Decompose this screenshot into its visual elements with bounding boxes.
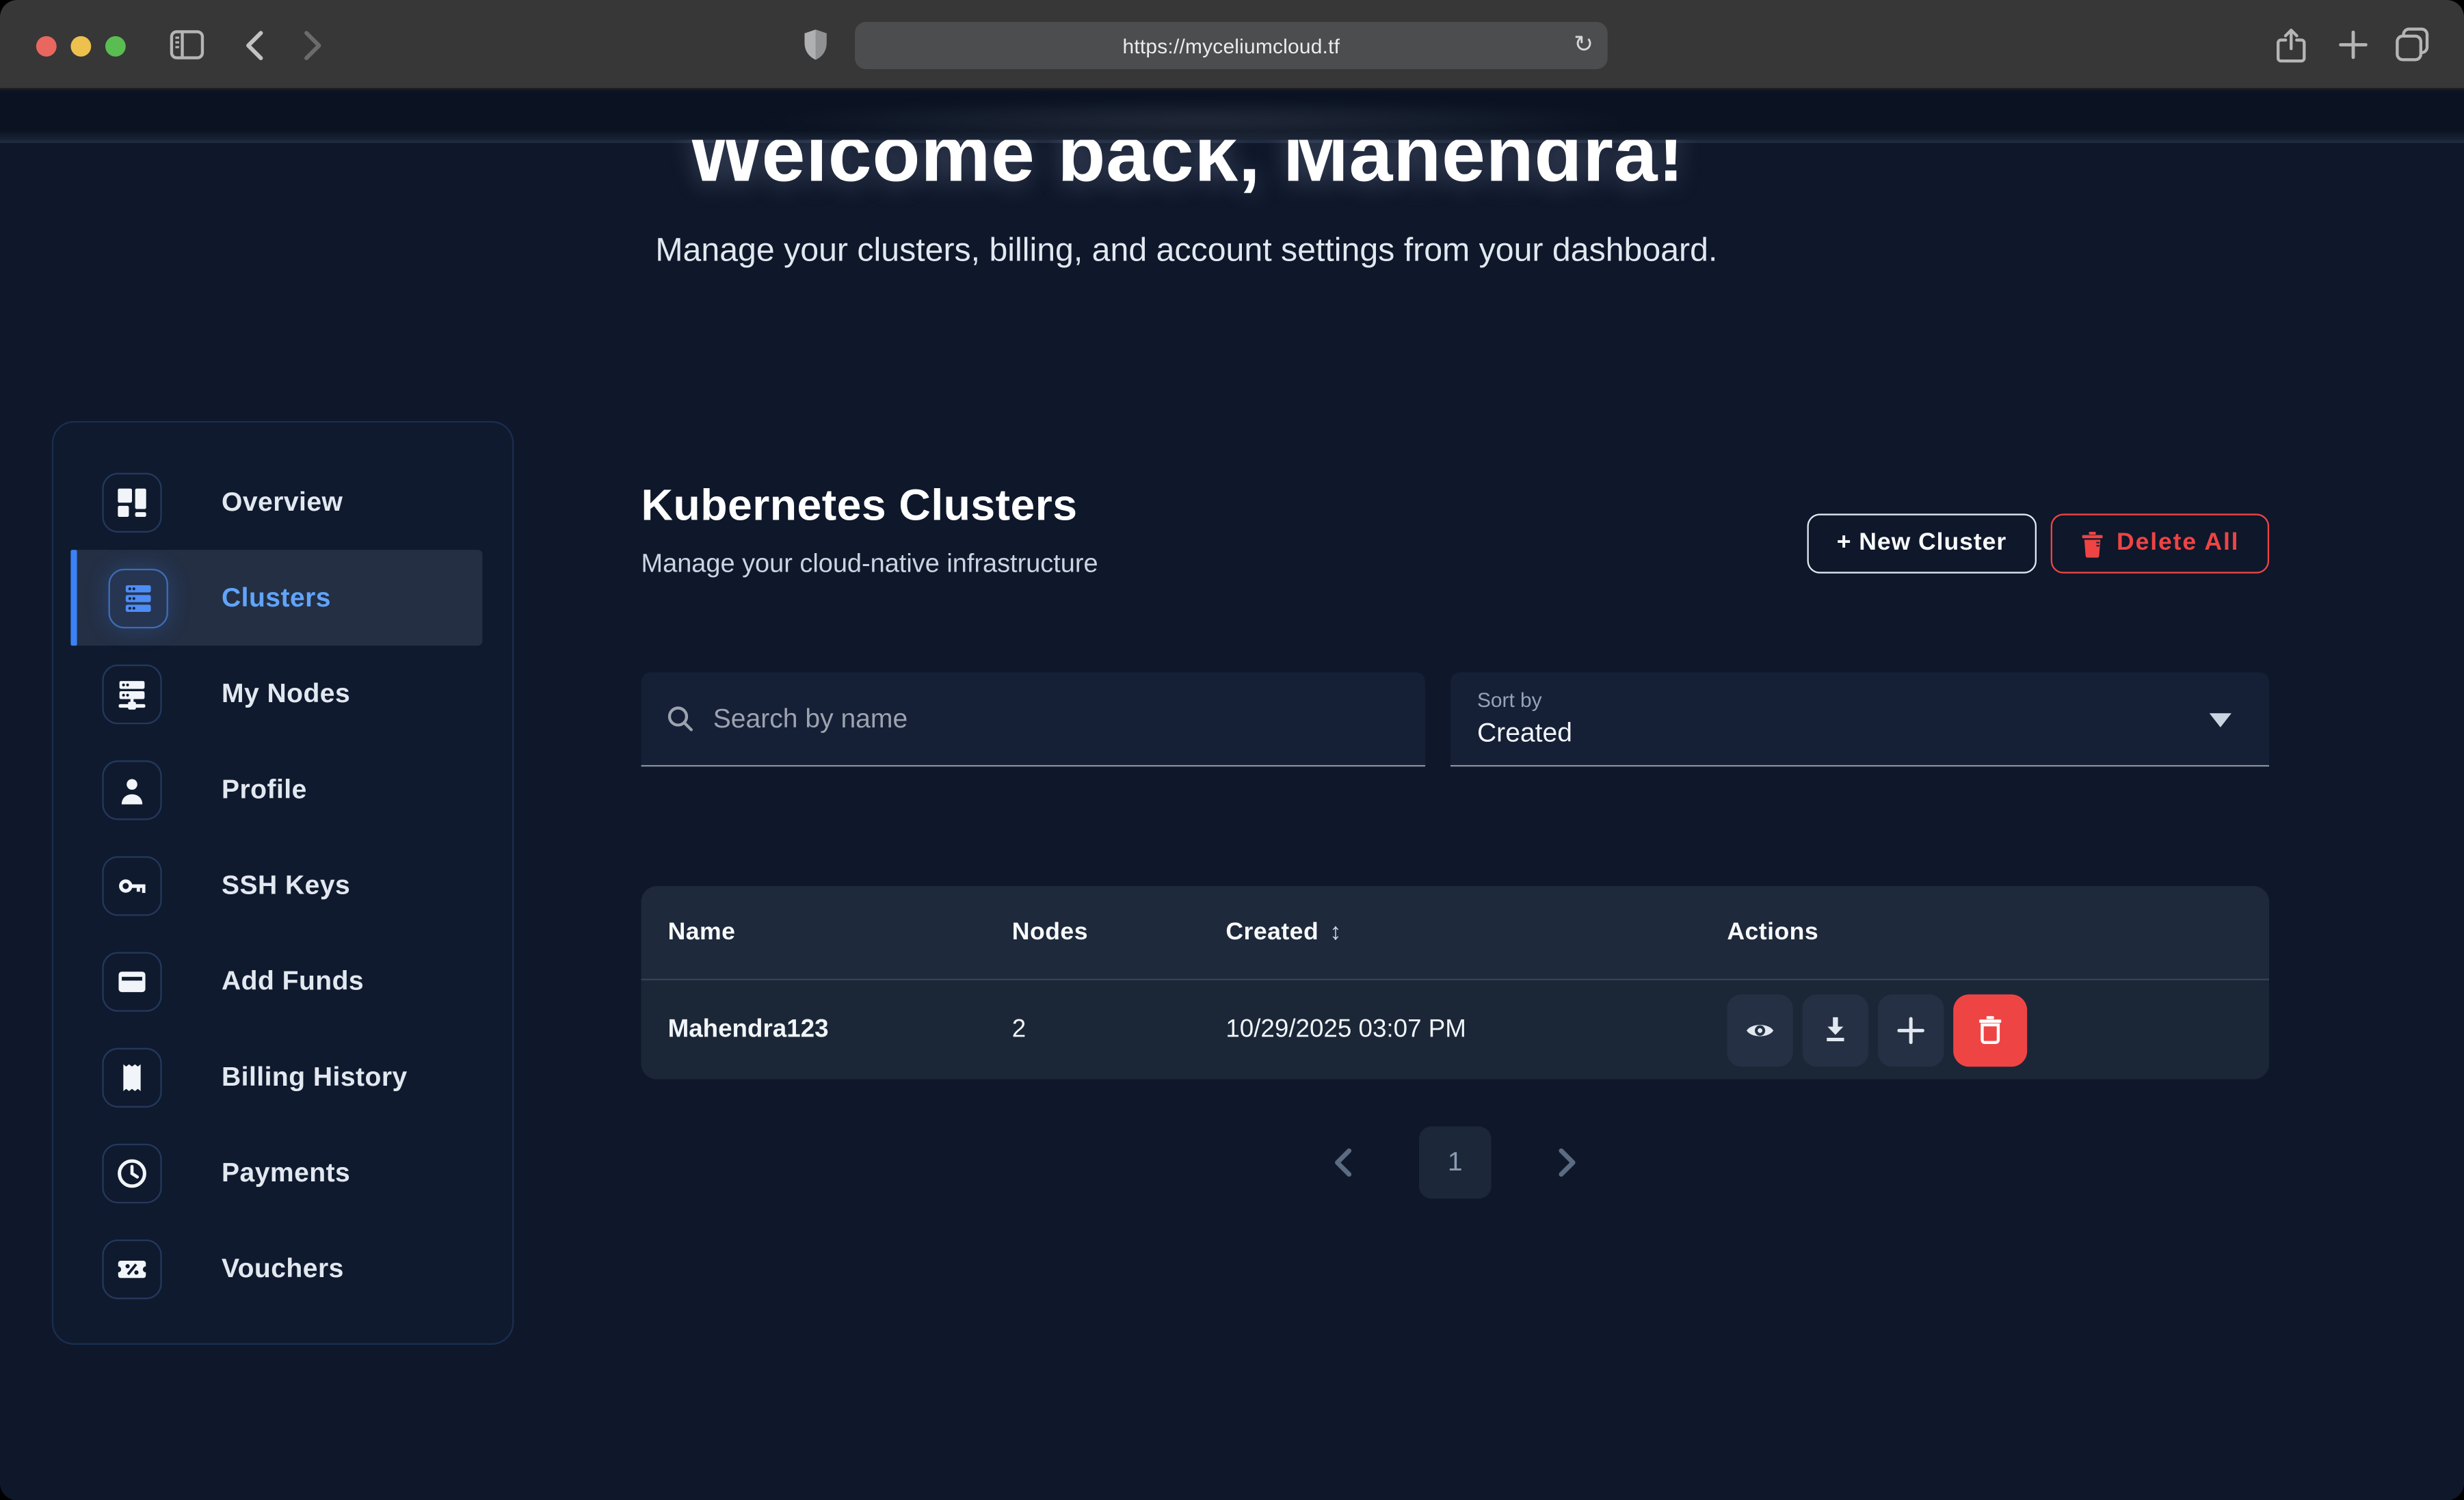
sidebar-item-label: Profile — [222, 774, 307, 805]
sidebar-nav: Overview Clusters — [52, 421, 514, 1345]
tabs-icon — [2394, 27, 2430, 63]
chevron-left-icon — [1333, 1147, 1353, 1178]
privacy-shield-icon[interactable] — [795, 0, 836, 90]
search-icon — [666, 704, 694, 734]
sidebar-item-overview[interactable]: Overview — [70, 454, 482, 550]
page-content: Welcome back, Mahendra! Manage your clus… — [0, 91, 2464, 1500]
sidebar-item-clusters[interactable]: Clusters — [70, 550, 482, 645]
forward-button[interactable] — [292, 0, 333, 90]
search-box[interactable] — [641, 672, 1426, 766]
page-title: Welcome back, Mahendra! — [0, 140, 2373, 193]
receipt-icon — [102, 1047, 161, 1107]
sidebar-item-billing-history[interactable]: Billing History — [70, 1029, 482, 1125]
ticket-percent-icon — [102, 1239, 161, 1298]
cluster-nodes-cell: 2 — [1012, 1016, 1226, 1044]
sidebar-item-ssh-keys[interactable]: SSH Keys — [70, 838, 482, 933]
chevron-down-icon — [2210, 713, 2231, 727]
dashboard-icon — [102, 472, 161, 532]
close-window-button[interactable] — [36, 36, 57, 56]
new-cluster-button[interactable]: + New Cluster — [1807, 513, 2037, 573]
table-row: Mahendra123 2 10/29/2025 03:07 PM — [641, 980, 2270, 1080]
share-icon — [2274, 26, 2309, 64]
new-cluster-label: + New Cluster — [1837, 529, 2006, 557]
column-header-nodes: Nodes — [1012, 918, 1226, 946]
delete-all-label: Delete All — [2117, 529, 2239, 557]
search-input[interactable] — [713, 703, 1401, 734]
sidebar-toggle-button[interactable] — [163, 0, 211, 90]
tab-overview-button[interactable] — [2389, 0, 2436, 90]
back-button[interactable] — [233, 0, 274, 90]
forward-arrow-icon — [302, 29, 323, 61]
server-stack-icon — [109, 568, 168, 628]
new-tab-button[interactable] — [2331, 0, 2374, 90]
view-cluster-button[interactable] — [1727, 993, 1793, 1066]
hero-title-clip: Welcome back, Mahendra! — [0, 140, 2373, 211]
page-subtitle: Manage your clusters, billing, and accou… — [0, 232, 2373, 270]
sidebar-item-vouchers[interactable]: Vouchers — [70, 1220, 482, 1316]
browser-window: https://myceliumcloud.tf ↻ — [0, 0, 2464, 1500]
trash-icon — [2080, 531, 2104, 557]
section-title: Kubernetes Clusters — [641, 481, 1098, 531]
sidebar-item-label: Add Funds — [222, 965, 364, 997]
sort-arrows-icon: ↕ — [1329, 918, 1342, 945]
reload-icon[interactable]: ↻ — [1574, 30, 1593, 62]
sidebar-item-label: Billing History — [222, 1061, 408, 1093]
hero-top-band — [0, 91, 2464, 139]
column-header-created[interactable]: Created↕ — [1226, 918, 1727, 946]
pagination: 1 — [641, 1115, 2270, 1209]
sidebar-item-label: Vouchers — [222, 1253, 344, 1285]
key-icon — [102, 855, 161, 915]
url-text: https://myceliumcloud.tf — [1123, 34, 1340, 57]
minimize-window-button[interactable] — [70, 36, 91, 56]
sidebar-item-add-funds[interactable]: Add Funds — [70, 933, 482, 1029]
row-actions — [1727, 993, 2269, 1066]
column-header-actions: Actions — [1727, 918, 2269, 946]
share-button[interactable] — [2269, 0, 2313, 90]
browser-toolbar: https://myceliumcloud.tf ↻ — [0, 0, 2464, 90]
delete-all-button[interactable]: Delete All — [2051, 513, 2270, 573]
cluster-created-cell: 10/29/2025 03:07 PM — [1226, 1016, 1727, 1044]
sidebar-item-label: SSH Keys — [222, 870, 350, 901]
sidebar-item-label: Clusters — [222, 582, 331, 613]
chevron-right-icon — [1557, 1147, 1578, 1178]
table-header-row: Name Nodes Created↕ Actions — [641, 886, 2270, 980]
sort-dropdown[interactable]: Sort by Created — [1450, 672, 2269, 766]
node-network-icon — [102, 664, 161, 723]
sidebar-item-label: Overview — [222, 486, 343, 518]
download-kubeconfig-button[interactable] — [1803, 993, 1869, 1066]
back-arrow-icon — [243, 29, 263, 61]
clusters-table: Name Nodes Created↕ Actions Mahendra123 … — [641, 886, 2270, 1080]
previous-page-button[interactable] — [1333, 1147, 1353, 1178]
download-icon — [1821, 1015, 1849, 1045]
delete-cluster-button[interactable] — [1953, 993, 2027, 1066]
next-page-button[interactable] — [1557, 1147, 1578, 1178]
plus-icon — [2337, 30, 2368, 60]
trash-icon — [1977, 1015, 2004, 1045]
column-header-name: Name — [668, 918, 1012, 946]
hero-glow — [739, 101, 1666, 142]
sidebar-item-profile[interactable]: Profile — [70, 742, 482, 838]
add-node-button[interactable] — [1878, 993, 1944, 1066]
address-bar[interactable]: https://myceliumcloud.tf ↻ — [855, 22, 1608, 69]
section-subtitle: Manage your cloud-native infrastructure — [641, 550, 1098, 580]
person-icon — [102, 760, 161, 819]
sidebar-item-label: My Nodes — [222, 678, 350, 710]
sidebar-toggle-icon — [170, 30, 204, 60]
sort-label: Sort by — [1477, 688, 2244, 711]
credit-card-icon — [102, 951, 161, 1010]
page-number-button[interactable]: 1 — [1419, 1127, 1492, 1199]
sidebar-item-my-nodes[interactable]: My Nodes — [70, 645, 482, 741]
plus-icon — [1896, 1016, 1924, 1044]
clock-icon — [102, 1143, 161, 1203]
sort-selected-value: Created — [1477, 718, 2244, 749]
zoom-window-button[interactable] — [105, 36, 126, 56]
cluster-name-cell: Mahendra123 — [668, 1016, 1012, 1044]
sidebar-item-payments[interactable]: Payments — [70, 1125, 482, 1220]
sidebar-item-label: Payments — [222, 1157, 350, 1188]
eye-icon — [1745, 1014, 1776, 1045]
